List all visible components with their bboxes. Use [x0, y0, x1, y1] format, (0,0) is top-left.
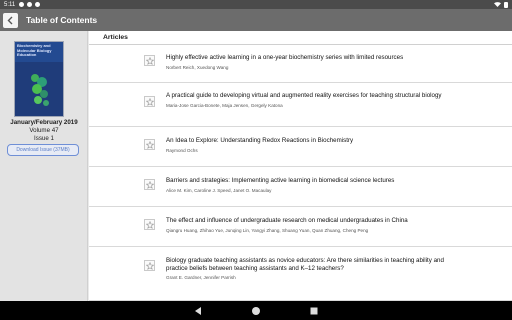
favorite-button[interactable] [144, 139, 155, 150]
issue-number: Issue 1 [34, 135, 54, 142]
article-authors: Qiangru Huang, Zhihao Yue, Junqing Lin, … [166, 227, 369, 233]
article-title[interactable]: A practical guide to developing virtual … [166, 92, 456, 100]
favorite-button[interactable] [144, 96, 155, 107]
app-toolbar: Table of Contents [0, 9, 512, 31]
favorite-button[interactable] [144, 260, 155, 271]
star-outline-icon [145, 140, 154, 149]
article-authors: Grant E. Gardner, Jennifer Parrish [166, 275, 236, 281]
cover-artwork [31, 74, 49, 106]
article-authors: Maria-Jose Garcia-Bonete, Maja Jensen, G… [166, 102, 283, 108]
article-authors: Raymond Ochs [166, 147, 198, 153]
cover-title: Biochemistry and Molecular Biology Educa… [15, 42, 63, 62]
article-item[interactable]: Highly effective active learning in a on… [89, 45, 512, 83]
back-triangle-icon[interactable] [193, 306, 203, 316]
chevron-left-icon [7, 16, 13, 24]
status-system-icons [494, 1, 508, 8]
home-circle-icon[interactable] [251, 306, 261, 316]
article-item[interactable]: Biology graduate teaching assistants as … [89, 247, 512, 301]
status-notification-icons [19, 2, 41, 7]
back-button[interactable] [3, 12, 18, 28]
article-item[interactable]: The effect and influence of undergraduat… [89, 207, 512, 247]
issue-date: January/February 2019 [10, 119, 78, 126]
star-outline-icon [145, 97, 154, 106]
star-outline-icon [145, 180, 154, 189]
star-outline-icon [145, 56, 154, 65]
wifi-icon [494, 2, 501, 7]
article-title[interactable]: Highly effective active learning in a on… [166, 54, 456, 62]
issue-cover-image[interactable]: Biochemistry and Molecular Biology Educa… [14, 41, 64, 117]
article-title[interactable]: Biology graduate teaching assistants as … [166, 257, 456, 272]
issue-volume: Volume 47 [29, 127, 59, 134]
status-bar: 5:11 [0, 0, 512, 9]
battery-icon [504, 1, 508, 8]
download-issue-button[interactable]: Download Issue (37MB) [7, 144, 79, 156]
star-outline-icon [145, 220, 154, 229]
issue-sidebar: Biochemistry and Molecular Biology Educa… [0, 31, 88, 301]
page-title: Table of Contents [26, 15, 98, 25]
status-time: 5:11 [4, 1, 16, 8]
favorite-button[interactable] [144, 219, 155, 230]
recents-square-icon[interactable] [309, 306, 319, 316]
articles-header: Articles [89, 31, 512, 45]
sync-notification-icon [27, 2, 33, 7]
settings-notification-icon [19, 2, 25, 7]
article-title[interactable]: Barriers and strategies: Implementing ac… [166, 177, 456, 185]
star-outline-icon [145, 261, 154, 270]
article-item[interactable]: A practical guide to developing virtual … [89, 83, 512, 127]
issue-info: January/February 2019 Volume 47 Issue 1 [0, 119, 88, 143]
favorite-button[interactable] [144, 55, 155, 66]
article-authors: Alice M. Kim, Caroline J. Speed, Janet O… [166, 187, 272, 193]
article-title[interactable]: The effect and influence of undergraduat… [166, 217, 456, 225]
article-item[interactable]: Barriers and strategies: Implementing ac… [89, 167, 512, 207]
system-navigation-bar [0, 301, 512, 320]
article-authors: Norbert Reich, Xuedong Wang [166, 64, 229, 70]
article-title[interactable]: An Idea to Explore: Understanding Redox … [166, 137, 456, 145]
favorite-button[interactable] [144, 179, 155, 190]
articles-panel: Articles Highly effective active learnin… [89, 31, 512, 301]
article-item[interactable]: An Idea to Explore: Understanding Redox … [89, 127, 512, 167]
download-notification-icon [35, 2, 41, 7]
